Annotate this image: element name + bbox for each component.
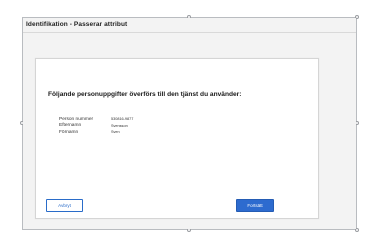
field-value: 530816-9877 — [111, 117, 134, 122]
window-title: Identifikation - Passerar attribut — [26, 21, 128, 28]
field-label: Person nummer — [59, 116, 94, 122]
field-value: Svensson — [111, 123, 128, 128]
cancel-button[interactable]: Avbryt — [46, 199, 83, 212]
personal-data-list: Person nummer 530816-9877 Efternamn Sven… — [59, 116, 133, 136]
continue-button[interactable]: Fortsätt — [236, 199, 274, 212]
field-row-fornamn: Förnamn Sven — [59, 129, 133, 136]
consent-card: Följande personuppgifter överförs till d… — [35, 58, 319, 219]
field-label: Förnamn — [59, 129, 79, 135]
field-label: Efternamn — [59, 123, 82, 129]
dialog-heading: Följande personuppgifter överförs till d… — [48, 91, 242, 98]
window: Identifikation - Passerar attribut Följa… — [23, 18, 356, 229]
title-divider — [23, 32, 356, 33]
field-value: Sven — [111, 130, 120, 135]
